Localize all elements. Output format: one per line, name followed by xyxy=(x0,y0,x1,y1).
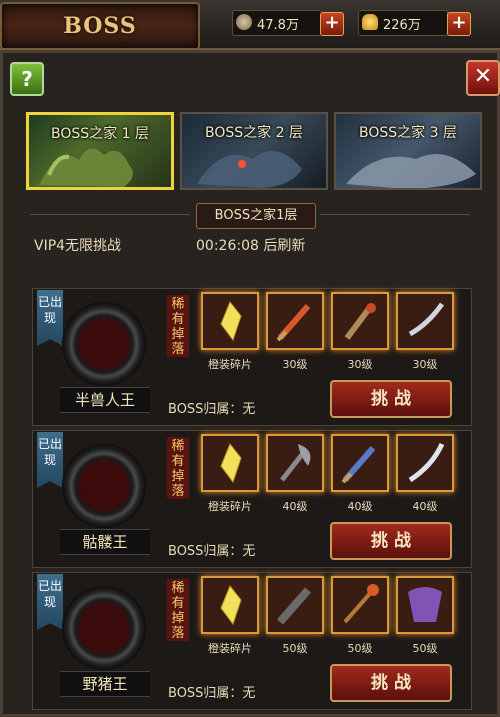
drop-slot-gem[interactable] xyxy=(201,434,259,492)
drop-caption: 橙装碎片 xyxy=(208,642,252,655)
floor-title: BOSS之家1层 xyxy=(196,203,316,229)
title-plate: BOSS xyxy=(0,2,200,50)
drop-caption: 40级 xyxy=(282,500,308,513)
drop-slot-club[interactable] xyxy=(266,576,324,634)
drop-slot-weapon[interactable] xyxy=(331,292,389,350)
copper-coin-display: 47.8万 xyxy=(232,10,322,36)
appeared-badge: 已出现 xyxy=(37,432,63,488)
boss-name: 野猪王 xyxy=(60,671,150,697)
rare-drop-label: 稀有掉落 xyxy=(167,295,189,357)
drop-caption: 30级 xyxy=(282,358,308,371)
rare-drop-label: 稀有掉落 xyxy=(167,437,189,499)
tab-label: BOSS之家 3 层 xyxy=(359,125,457,141)
drop-caption: 50级 xyxy=(347,642,373,655)
tab-floor-2[interactable]: BOSS之家 2 层 xyxy=(180,112,328,190)
divider-left xyxy=(30,214,190,215)
rare-drop-label: 稀有掉落 xyxy=(167,579,189,641)
appeared-badge: 已出现 xyxy=(37,290,63,346)
drop-caption: 50级 xyxy=(282,642,308,655)
tab-floor-1[interactable]: BOSS之家 1 层 xyxy=(26,112,174,190)
coin-value: 47.8万 xyxy=(257,18,299,33)
refresh-timer: 00:26:08 后刷新 xyxy=(196,238,306,254)
tab-label: BOSS之家 2 层 xyxy=(205,125,303,141)
drop-slot-axe[interactable] xyxy=(266,434,324,492)
appeared-badge: 已出现 xyxy=(37,574,63,630)
boss-owner: BOSS归属：无 xyxy=(168,686,256,701)
gold-ingot-icon xyxy=(362,14,378,30)
close-button[interactable]: ✕ xyxy=(466,60,500,96)
add-coin-button[interactable]: + xyxy=(320,12,344,36)
help-button[interactable]: ? xyxy=(10,62,44,96)
top-bar: BOSS 47.8万 + 226万 + xyxy=(0,0,500,50)
add-gold-button[interactable]: + xyxy=(447,12,471,36)
drop-caption: 30级 xyxy=(347,358,373,371)
drop-caption: 40级 xyxy=(412,500,438,513)
coin-icon xyxy=(236,14,252,30)
boss-name: 半兽人王 xyxy=(60,387,150,413)
boss-name: 骷髅王 xyxy=(60,529,150,555)
tab-floor-3[interactable]: BOSS之家 3 层 xyxy=(334,112,482,190)
boss-owner: BOSS归属：无 xyxy=(168,544,256,559)
challenge-button[interactable]: 挑 战 xyxy=(330,380,452,418)
drop-slot-weapon[interactable] xyxy=(396,434,454,492)
vip-note: VIP4无限挑战 xyxy=(34,238,122,254)
divider-right xyxy=(320,214,470,215)
drop-slot-weapon[interactable] xyxy=(266,292,324,350)
boss-portrait[interactable] xyxy=(62,302,146,386)
drop-caption: 橙装碎片 xyxy=(208,500,252,513)
drop-slot-gem[interactable] xyxy=(201,576,259,634)
boss-portrait[interactable] xyxy=(62,444,146,528)
drop-caption: 橙装碎片 xyxy=(208,358,252,371)
boss-owner: BOSS归属：无 xyxy=(168,402,256,417)
drop-slot-fan[interactable] xyxy=(396,576,454,634)
gold-ingot-display: 226万 xyxy=(358,10,448,36)
gold-value: 226万 xyxy=(383,18,421,33)
challenge-button[interactable]: 挑 战 xyxy=(330,522,452,560)
page-title: BOSS xyxy=(63,13,137,39)
challenge-button[interactable]: 挑 战 xyxy=(330,664,452,702)
drop-slot-weapon[interactable] xyxy=(396,292,454,350)
drop-slot-staff[interactable] xyxy=(331,576,389,634)
boss-portrait[interactable] xyxy=(62,586,146,670)
drop-caption: 50级 xyxy=(412,642,438,655)
drop-caption: 40级 xyxy=(347,500,373,513)
drop-slot-gem[interactable] xyxy=(201,292,259,350)
drop-slot-weapon[interactable] xyxy=(331,434,389,492)
drop-caption: 30级 xyxy=(412,358,438,371)
tab-label: BOSS之家 1 层 xyxy=(51,126,149,142)
